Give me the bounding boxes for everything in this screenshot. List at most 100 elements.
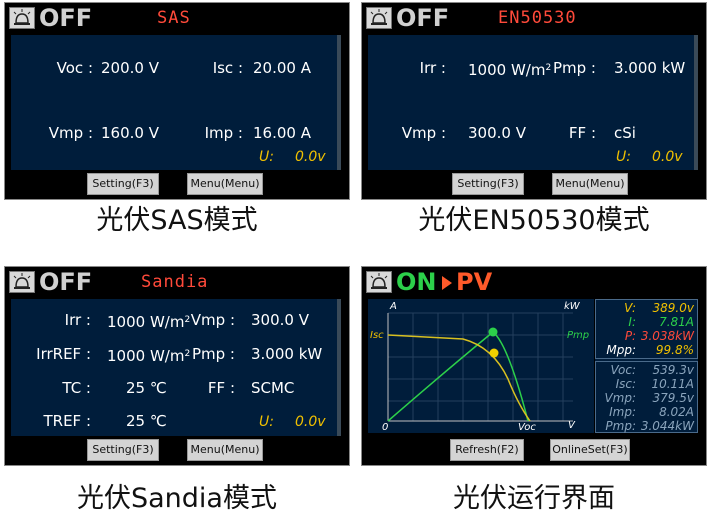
tc-value: 25 ℃ [126, 379, 167, 397]
sandia-panel: OFF Sandia Irr : 1000 W/m2 Vmp : 300.0 V… [4, 266, 350, 466]
menu-button[interactable]: Menu(Menu) [187, 173, 263, 195]
mpp-efficiency-value: 99.8% [655, 343, 694, 357]
ff-label: FF : [568, 124, 596, 142]
isc-value: 10.11A [651, 377, 694, 391]
isc-value: 20.00 A [253, 59, 311, 77]
origin-label: 0 [382, 422, 389, 433]
irr-label: Irr : [419, 59, 446, 77]
online-set-button[interactable]: OnlineSet(F3) [550, 439, 630, 461]
tref-value: 25 ℃ [126, 412, 167, 430]
titlebar: OFF SAS [5, 3, 349, 33]
alarm-lamp-icon [9, 271, 35, 293]
alarm-lamp-icon [366, 271, 392, 293]
isc-axis-label: Isc [370, 330, 384, 341]
ff-value: cSi [614, 124, 636, 142]
mode-name: SAS [157, 8, 191, 28]
mpp-current-label: I: [628, 315, 636, 329]
readout-screen: Irr : 1000 W/m2 Vmp : 300.0 V IrrREF : 1… [11, 299, 341, 436]
mpp-power-value: 3.038kW [640, 329, 694, 343]
measurement-sidebar: V: 389.0v I: 7.81A P: 3.038kW Mpp: 99.8%… [595, 299, 698, 433]
pmp-value: 3.000 kW [251, 345, 323, 363]
pmp-value: 3.000 kW [614, 59, 686, 77]
irr-value: 1000 W/m2 [107, 313, 191, 331]
x-axis-unit: V [568, 420, 575, 431]
mpp-power-label: P: [624, 329, 636, 343]
imp-label: Imp : [204, 124, 243, 142]
mode-name: PV [456, 268, 493, 296]
ff-label: FF : [207, 379, 235, 397]
titlebar: ON PV [362, 267, 706, 297]
pmp-label: Pmp: [605, 419, 636, 433]
sas-caption: 光伏SAS模式 [96, 205, 258, 236]
irrref-value: 1000 W/m2 [107, 347, 191, 365]
imp-label: Imp: [609, 405, 636, 419]
imp-value: 8.02A [659, 405, 694, 419]
pmp-label: Pmp : [191, 345, 235, 363]
iv-curve-svg [387, 312, 573, 422]
voltage-readout-value: 0.0v [295, 414, 326, 430]
vmp-value: 160.0 V [101, 124, 159, 142]
voc-value: 200.0 V [101, 59, 159, 77]
readout-screen: Voc : 200.0 V Isc : 20.00 A Vmp : 160.0 … [11, 35, 341, 170]
vmp-label: Vmp : [190, 311, 235, 329]
voc-axis-label: Voc [518, 422, 536, 433]
power-mpp-marker [488, 327, 498, 337]
y-axis-unit-power: kW [564, 301, 580, 312]
en50530-caption: 光伏EN50530模式 [418, 205, 650, 236]
current-mpp-marker [489, 348, 499, 358]
setting-button[interactable]: Setting(F3) [87, 439, 159, 461]
isc-label: Isc: [615, 377, 636, 391]
en50530-panel: OFF EN50530 Irr : 1000 W/m2 Pmp : 3.000 … [361, 2, 707, 200]
menu-button[interactable]: Menu(Menu) [552, 173, 628, 195]
pmp-value: 3.044kW [640, 419, 694, 433]
voc-label: Voc: [610, 363, 637, 377]
isc-label: Isc : [212, 59, 243, 77]
y-axis-unit-current: A [390, 301, 397, 312]
mpp-readouts: V: 389.0v I: 7.81A P: 3.038kW Mpp: 99.8% [595, 299, 698, 359]
vmp-value: 379.5v [652, 391, 694, 405]
pmp-axis-label: Pmp [567, 330, 590, 341]
curve-parameters: Voc: 539.3v Isc: 10.11A Vmp: 379.5v Imp:… [595, 361, 698, 433]
irr-label: Irr : [64, 311, 91, 329]
vmp-value: 300.0 V [468, 124, 526, 142]
voc-label: Voc : [56, 59, 93, 77]
vmp-value: 300.0 V [251, 311, 309, 329]
output-state: OFF [39, 4, 93, 32]
voc-value: 539.3v [652, 363, 694, 377]
output-state: OFF [396, 4, 450, 32]
voltage-readout-label: U: [259, 414, 274, 430]
current-curve [387, 334, 531, 422]
pv-run-caption: 光伏运行界面 [453, 483, 615, 514]
iv-curve-plot: A kW Isc Pmp 0 Voc V [368, 299, 594, 433]
refresh-button[interactable]: Refresh(F2) [450, 439, 524, 461]
titlebar: OFF EN50530 [362, 3, 706, 33]
vmp-label: Vmp: [604, 391, 636, 405]
voltage-readout-label: U: [259, 149, 274, 165]
mpp-voltage-label: V: [624, 301, 636, 315]
vmp-label: Vmp : [48, 124, 93, 142]
setting-button[interactable]: Setting(F3) [87, 173, 159, 195]
play-arrow-icon [442, 276, 452, 290]
setting-button[interactable]: Setting(F3) [452, 173, 524, 195]
mpp-current-value: 7.81A [659, 315, 694, 329]
sas-panel: OFF SAS Voc : 200.0 V Isc : 20.00 A Vmp … [4, 2, 350, 200]
alarm-lamp-icon [9, 7, 35, 29]
pv-run-panel: ON PV A kW Isc Pmp 0 Voc V V: 389.0v I: … [361, 266, 707, 466]
output-state: OFF [39, 268, 93, 296]
mpp-efficiency-label: Mpp: [606, 343, 636, 357]
imp-value: 16.00 A [253, 124, 311, 142]
readout-screen: Irr : 1000 W/m2 Pmp : 3.000 kW Vmp : 300… [368, 35, 698, 170]
tc-label: TC : [62, 379, 91, 397]
voltage-readout-label: U: [616, 149, 631, 165]
mpp-voltage-value: 389.0v [652, 301, 694, 315]
alarm-lamp-icon [366, 7, 392, 29]
titlebar: OFF Sandia [5, 267, 349, 297]
mode-name: EN50530 [498, 8, 577, 28]
vmp-label: Vmp : [401, 124, 446, 142]
irrref-label: IrrREF : [36, 345, 91, 363]
sandia-caption: 光伏Sandia模式 [77, 483, 277, 514]
irr-value: 1000 W/m2 [468, 61, 552, 79]
voltage-readout-value: 0.0v [652, 149, 683, 165]
voltage-readout-value: 0.0v [295, 149, 326, 165]
menu-button[interactable]: Menu(Menu) [187, 439, 263, 461]
